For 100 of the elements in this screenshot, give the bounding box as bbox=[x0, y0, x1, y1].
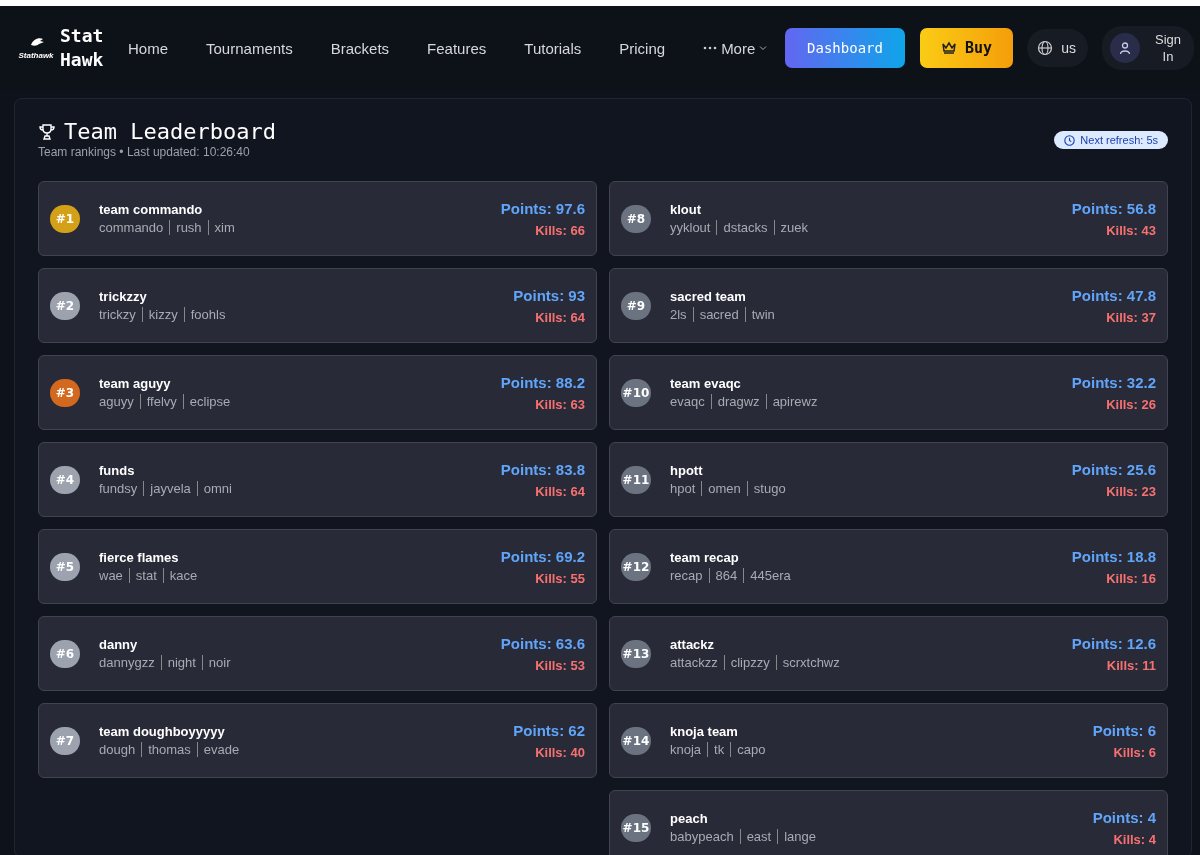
team-card[interactable]: #12 team recap recap 864 445era Points: 18.8 Kills: 16 bbox=[609, 529, 1168, 604]
team-name: attackz bbox=[670, 637, 716, 652]
points-value: Points: 88.2 bbox=[500, 373, 585, 391]
rank-badge: #5 bbox=[50, 552, 80, 581]
points-value: Points: 56.8 bbox=[1071, 199, 1156, 217]
player-name: trickzy bbox=[99, 307, 137, 322]
points-value: Points: 69.2 bbox=[500, 547, 585, 565]
points-value: Points: 6 bbox=[1092, 721, 1156, 739]
player-name: babypeach bbox=[670, 829, 735, 844]
player-name: foohls bbox=[183, 307, 232, 322]
team-name: team doughboyyyyy bbox=[99, 724, 226, 739]
rank-badge: #4 bbox=[50, 465, 80, 494]
buy-button[interactable]: Buy bbox=[919, 28, 1014, 68]
kills-value: Kills: 40 bbox=[534, 744, 585, 760]
points-value: Points: 4 bbox=[1092, 808, 1156, 826]
team-card[interactable]: #15 peach babypeach east lange Points: 4 Kills: 4 bbox=[609, 790, 1168, 855]
team-name: sacred team bbox=[670, 289, 747, 304]
team-name: knoja team bbox=[670, 724, 739, 739]
player-name: recap bbox=[670, 568, 704, 583]
points-value: Points: 63.6 bbox=[500, 634, 585, 652]
team-card[interactable]: #3 team aguyy aguyy ffelvy eclipse Points: 88.2 Kills: 63 bbox=[38, 355, 597, 430]
player-name: dough bbox=[99, 742, 137, 757]
player-name: clipzzy bbox=[723, 655, 776, 670]
player-name: dragwz bbox=[710, 394, 766, 409]
player-name: 2ls bbox=[670, 307, 688, 322]
player-name: evade bbox=[196, 742, 246, 757]
rank-badge: #9 bbox=[621, 291, 651, 320]
player-name: dstacks bbox=[716, 220, 774, 235]
team-card[interactable]: #1 team commando commando rush xim Points: 97.6 Kills: 66 bbox=[38, 181, 597, 256]
nav-link[interactable]: Tournaments bbox=[206, 39, 293, 57]
nav-link[interactable]: Pricing bbox=[619, 39, 666, 57]
team-card[interactable]: #7 team doughboyyyyy dough thomas evade Points: 62 Kills: 40 bbox=[38, 703, 597, 778]
rank-badge: #3 bbox=[50, 378, 80, 407]
globe-icon bbox=[1037, 40, 1054, 56]
team-name: team evaqc bbox=[670, 376, 742, 391]
player-name: omni bbox=[196, 481, 238, 496]
player-name: tk bbox=[707, 742, 731, 757]
player-name: attackzz bbox=[670, 655, 719, 670]
kills-value: Kills: 43 bbox=[1105, 222, 1156, 238]
kills-value: Kills: 37 bbox=[1105, 309, 1156, 325]
user-icon bbox=[1110, 33, 1140, 63]
rank-badge: #8 bbox=[621, 204, 651, 233]
team-name: funds bbox=[99, 463, 136, 478]
dashboard-button[interactable]: Dashboard bbox=[785, 28, 905, 68]
brand-name[interactable]: Stat Hawk bbox=[60, 24, 122, 72]
rank-badge: #14 bbox=[621, 726, 651, 755]
rank-badge: #12 bbox=[621, 552, 651, 581]
team-card[interactable]: #13 attackz attackzz clipzzy scrxtchwz Points: 12.6 Kills: 11 bbox=[609, 616, 1168, 691]
points-value: Points: 25.6 bbox=[1071, 460, 1156, 478]
language-button[interactable]: us bbox=[1027, 29, 1088, 67]
subtitle: Team rankings • Last updated: 10:26:40 bbox=[38, 145, 251, 159]
player-name: apirewz bbox=[765, 394, 824, 409]
points-value: Points: 62 bbox=[513, 721, 585, 739]
kills-value: Kills: 11 bbox=[1105, 657, 1156, 673]
sign-in-button[interactable]: Sign In bbox=[1102, 26, 1194, 70]
team-name: trickzzy bbox=[99, 289, 148, 304]
player-name: fundsy bbox=[99, 481, 139, 496]
team-card[interactable]: #11 hpott hpot omen stugo Points: 25.6 Kills: 23 bbox=[609, 442, 1168, 517]
team-card[interactable]: #8 klout yyklout dstacks zuek Points: 56.8 Kills: 43 bbox=[609, 181, 1168, 256]
rank-badge: #10 bbox=[621, 378, 651, 407]
nav-link[interactable]: Features bbox=[427, 39, 487, 57]
team-name: hpott bbox=[670, 463, 704, 478]
nav-link[interactable]: Brackets bbox=[330, 39, 390, 57]
kills-value: Kills: 23 bbox=[1105, 483, 1156, 499]
player-name: ffelvy bbox=[139, 394, 183, 409]
player-name: east bbox=[739, 829, 778, 844]
kills-value: Kills: 63 bbox=[534, 396, 585, 412]
rank-badge: #6 bbox=[50, 639, 80, 668]
team-card[interactable]: #10 team evaqc evaqc dragwz apirewz Points: 32.2 Kills: 26 bbox=[609, 355, 1168, 430]
points-value: Points: 83.8 bbox=[500, 460, 585, 478]
player-name: aguyy bbox=[99, 394, 135, 409]
kills-value: Kills: 66 bbox=[534, 222, 585, 238]
player-name: dannygzz bbox=[99, 655, 156, 670]
team-card[interactable]: #6 danny dannygzz night noir Points: 63.6 Kills: 53 bbox=[38, 616, 597, 691]
nav-link[interactable]: Tutorials bbox=[524, 39, 582, 57]
nav-link[interactable]: Home bbox=[128, 39, 168, 57]
refresh-badge: Next refresh: 5s bbox=[1054, 131, 1168, 149]
player-name: hpot bbox=[670, 481, 697, 496]
team-card[interactable]: #2 trickzzy trickzy kizzy foohls Points: 93 Kills: 64 bbox=[38, 268, 597, 343]
points-value: Points: 97.6 bbox=[500, 199, 585, 217]
team-card[interactable]: #9 sacred team 2ls sacred twin Points: 47.8 Kills: 37 bbox=[609, 268, 1168, 343]
team-name: team aguyy bbox=[99, 376, 172, 391]
player-name: jayvela bbox=[143, 481, 197, 496]
player-name: kace bbox=[162, 568, 204, 583]
team-name: klout bbox=[670, 202, 703, 217]
clock-icon bbox=[1064, 134, 1076, 146]
team-card[interactable]: #4 funds fundsy jayvela omni Points: 83.8 Kills: 64 bbox=[38, 442, 597, 517]
rank-badge: #2 bbox=[50, 291, 80, 320]
player-name: stat bbox=[128, 568, 163, 583]
trophy-icon bbox=[38, 123, 56, 141]
team-card[interactable]: #14 knoja team knoja tk capo Points: 6 Kills: 6 bbox=[609, 703, 1168, 778]
player-name: night bbox=[160, 655, 202, 670]
player-name: rush bbox=[169, 220, 208, 235]
team-name: peach bbox=[670, 811, 709, 826]
rank-badge: #7 bbox=[50, 726, 80, 755]
player-name: twin bbox=[744, 307, 781, 322]
more-menu[interactable]: More bbox=[703, 39, 768, 57]
team-card[interactable]: #5 fierce flames wae stat kace Points: 69.2 Kills: 55 bbox=[38, 529, 597, 604]
team-name: danny bbox=[99, 637, 139, 652]
player-name: lange bbox=[777, 829, 822, 844]
